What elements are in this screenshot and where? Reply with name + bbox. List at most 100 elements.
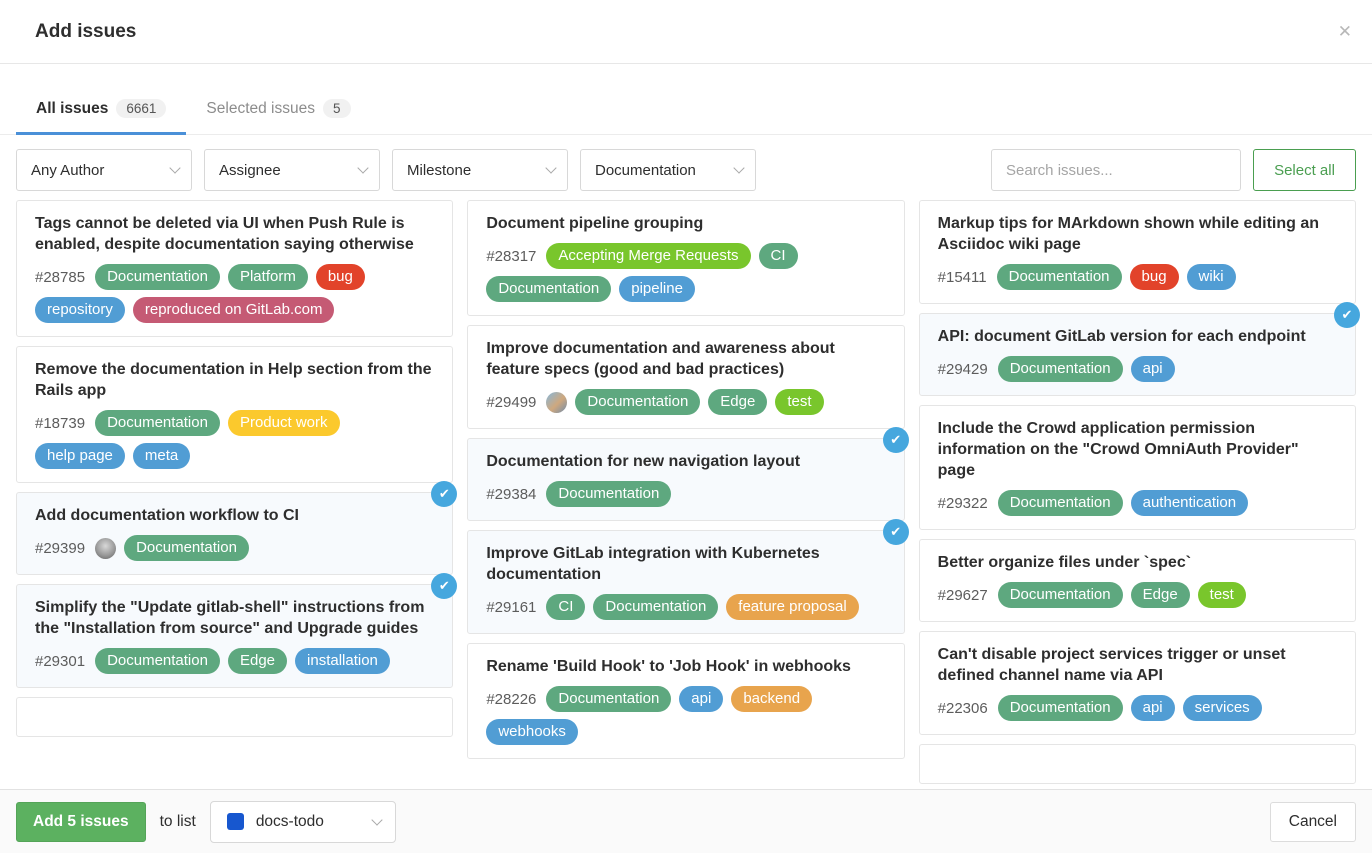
issue-meta: #22306Documentationapiservices (938, 695, 1339, 721)
issue-id: #29322 (938, 495, 988, 512)
issue-card[interactable]: Improve documentation and awareness abou… (467, 325, 904, 429)
issue-meta: #28226Documentationapibackendwebhooks (486, 686, 887, 745)
issue-title: Include the Crowd application permission… (938, 418, 1339, 481)
list-name: docs-todo (256, 813, 324, 831)
issue-id: #29499 (486, 394, 536, 411)
label-filter-value: Documentation (595, 162, 696, 179)
issues-grid: Tags cannot be deleted via UI when Push … (0, 200, 1372, 784)
issue-title: API: document GitLab version for each en… (938, 326, 1339, 347)
tab-selected-issues[interactable]: Selected issues 5 (186, 89, 370, 135)
issue-label: Documentation (998, 695, 1123, 721)
milestone-filter-value: Milestone (407, 162, 471, 179)
tab-selected-issues-count: 5 (323, 99, 351, 118)
issue-label: wiki (1187, 264, 1236, 290)
issue-id: #29301 (35, 653, 85, 670)
issue-label: repository (35, 297, 125, 323)
search-input[interactable] (991, 149, 1241, 191)
issue-card[interactable]: ✔Simplify the "Update gitlab-shell" inst… (16, 584, 453, 688)
list-select-dropdown[interactable]: docs-todo (210, 801, 396, 843)
close-icon[interactable]: ✕ (1338, 23, 1352, 40)
issue-label: Documentation (998, 490, 1123, 516)
issue-title: Can't disable project services trigger o… (938, 644, 1339, 686)
modal-header: Add issues ✕ (0, 0, 1372, 64)
issue-label: backend (731, 686, 812, 712)
issue-label: CI (759, 243, 798, 269)
issue-id: #28226 (486, 691, 536, 708)
issue-card[interactable]: Can't disable project services trigger o… (919, 631, 1356, 735)
author-filter-value: Any Author (31, 162, 104, 179)
issue-label: pipeline (619, 276, 695, 302)
label-filter-dropdown[interactable]: Documentation (580, 149, 756, 191)
issue-label: Documentation (546, 481, 671, 507)
issue-label: Platform (228, 264, 308, 290)
issue-label: reproduced on GitLab.com (133, 297, 335, 323)
assignee-filter-dropdown[interactable]: Assignee (204, 149, 380, 191)
issue-card[interactable]: Rename 'Build Hook' to 'Job Hook' in web… (467, 643, 904, 759)
issue-label: Documentation (486, 276, 611, 302)
tab-all-issues-label: All issues (36, 100, 108, 118)
issue-card[interactable]: ✔API: document GitLab version for each e… (919, 313, 1356, 396)
issue-meta: #29499 Documentation Edge test (486, 389, 887, 415)
issue-label: Documentation (95, 264, 220, 290)
to-list-label: to list (160, 813, 196, 831)
issue-card[interactable]: Tags cannot be deleted via UI when Push … (16, 200, 453, 337)
avatar (546, 392, 567, 413)
issue-label: Documentation (124, 535, 249, 561)
issue-label: test (775, 389, 823, 415)
tab-all-issues[interactable]: All issues 6661 (16, 89, 186, 135)
issue-meta: #29322 Documentation authentication (938, 490, 1339, 516)
issue-meta: #29627DocumentationEdgetest (938, 582, 1339, 608)
author-filter-dropdown[interactable]: Any Author (16, 149, 192, 191)
issue-card[interactable]: Better organize files under `spec` #29627… (919, 539, 1356, 622)
issue-id: #18739 (35, 415, 85, 432)
issue-card[interactable]: Remove the documentation in Help section… (16, 346, 453, 483)
issue-title: Improve GitLab integration with Kubernet… (486, 543, 887, 585)
selected-check-icon: ✔ (1334, 302, 1360, 328)
chevron-down-icon (545, 162, 556, 173)
issue-label: Accepting Merge Requests (546, 243, 750, 269)
issue-label: api (1131, 356, 1175, 382)
issue-card[interactable]: ✔Improve GitLab integration with Kuberne… (467, 530, 904, 634)
issue-label: Documentation (575, 389, 700, 415)
issue-label: authentication (1131, 490, 1248, 516)
issue-label: Documentation (95, 648, 220, 674)
issue-label: meta (133, 443, 190, 469)
issue-label: Documentation (95, 410, 220, 436)
issue-label: help page (35, 443, 125, 469)
issue-card-partial[interactable] (16, 697, 453, 737)
issue-title: Documentation for new navigation layout (486, 451, 887, 472)
tab-all-issues-count: 6661 (116, 99, 166, 118)
issue-label: installation (295, 648, 390, 674)
issue-meta: #29429Documentationapi (938, 356, 1339, 382)
select-all-button[interactable]: Select all (1253, 149, 1356, 191)
tab-selected-issues-label: Selected issues (206, 100, 315, 118)
issue-id: #29399 (35, 540, 85, 557)
issue-card[interactable]: Include the Crowd application permission… (919, 405, 1356, 530)
issue-label: Product work (228, 410, 340, 436)
issue-label: Edge (708, 389, 767, 415)
issue-meta: #29399 Documentation (35, 535, 436, 561)
issue-title: Markup tips for MArkdown shown while edi… (938, 213, 1339, 255)
issue-id: #22306 (938, 700, 988, 717)
issue-label: bug (316, 264, 365, 290)
cancel-button[interactable]: Cancel (1270, 802, 1356, 842)
issue-title: Better organize files under `spec` (938, 552, 1339, 573)
issue-title: Tags cannot be deleted via UI when Push … (35, 213, 436, 255)
selected-check-icon: ✔ (883, 427, 909, 453)
issue-title: Simplify the "Update gitlab-shell" instr… (35, 597, 436, 639)
tabs: All issues 6661 Selected issues 5 (0, 89, 1372, 135)
issue-card[interactable]: ✔Add documentation workflow to CI#29399D… (16, 492, 453, 575)
selected-check-icon: ✔ (883, 519, 909, 545)
issue-card[interactable]: ✔Documentation for new navigation layout… (467, 438, 904, 521)
issue-id: #29627 (938, 587, 988, 604)
chevron-down-icon (357, 162, 368, 173)
issue-title: Remove the documentation in Help section… (35, 359, 436, 401)
issue-card-partial[interactable] (919, 744, 1356, 784)
milestone-filter-dropdown[interactable]: Milestone (392, 149, 568, 191)
issue-label: feature proposal (726, 594, 858, 620)
add-issues-button[interactable]: Add 5 issues (16, 802, 146, 842)
issue-title: Document pipeline grouping (486, 213, 887, 234)
add-issues-modal: Add issues ✕ All issues 6661 Selected is… (0, 0, 1372, 853)
issue-card[interactable]: Markup tips for MArkdown shown while edi… (919, 200, 1356, 304)
issue-card[interactable]: Document pipeline grouping#28317Acceptin… (467, 200, 904, 316)
